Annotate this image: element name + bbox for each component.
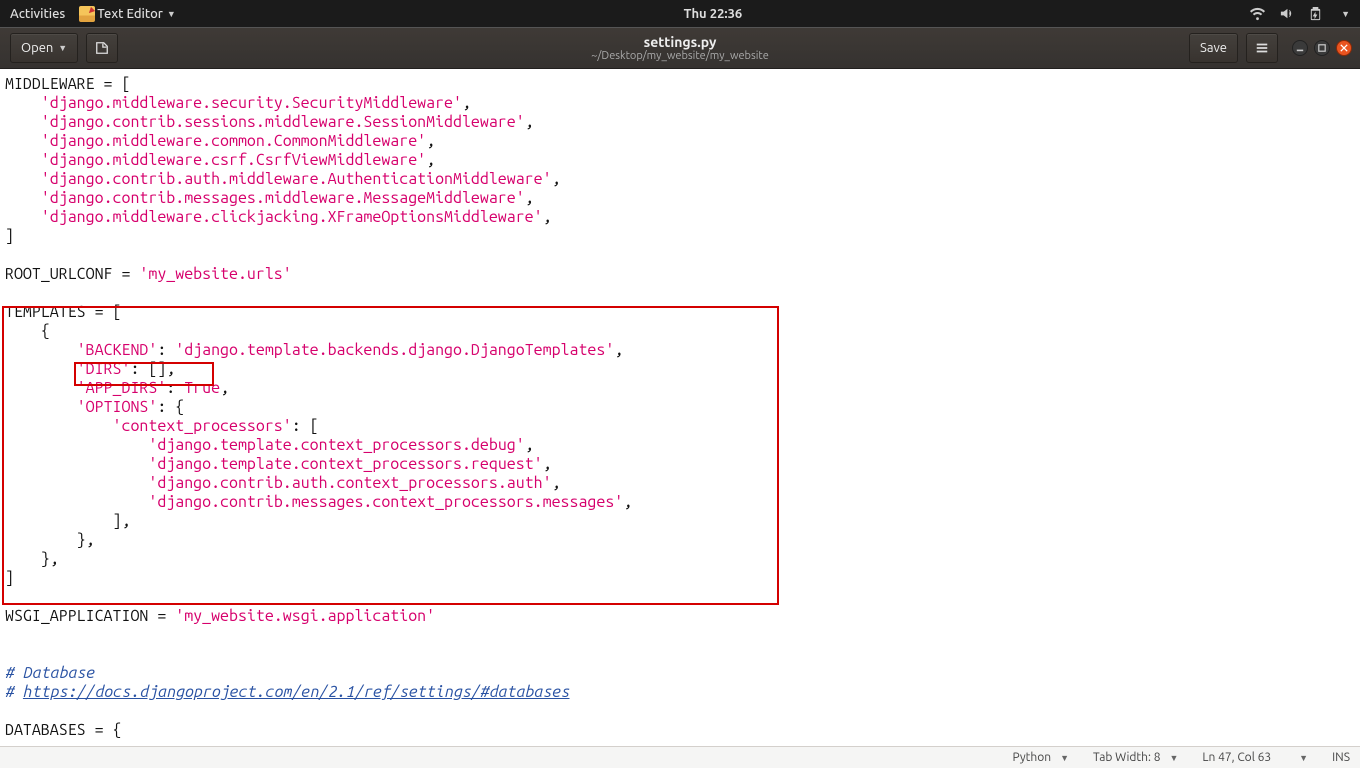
document-path: ~/Desktop/my_website/my_website [591,50,769,63]
code-string: 'my_website.wsgi.application' [175,607,435,625]
code-string: 'BACKEND' [77,341,158,359]
code-string: True [184,379,220,397]
window-minimize[interactable] [1292,40,1308,56]
code-string: 'my_website.urls' [139,265,291,283]
code-text: TEMPLATES = [ [5,303,121,321]
code-text: WSGI_APPLICATION = [5,607,175,625]
wifi-icon [1250,6,1265,21]
window-maximize[interactable] [1314,40,1330,56]
chevron-down-icon: ▼ [1169,753,1178,763]
headerbar: Open ▼ settings.py ~/Desktop/my_website/… [0,27,1360,69]
code-string: 'django.template.backends.django.DjangoT… [175,341,614,359]
menu-icon [1255,41,1269,55]
chevron-down-icon[interactable]: ▼ [1299,753,1308,763]
code-comment-link[interactable]: https://docs.djangoproject.com/en/2.1/re… [23,683,570,701]
new-document-icon [95,41,109,55]
language-label: Python [1013,751,1052,764]
text-editor-icon [79,6,95,22]
maximize-icon [1318,44,1326,52]
code-text: ] [5,227,14,245]
code-string: 'django.middleware.security.SecurityMidd… [41,94,462,112]
cursor-position: Ln 47, Col 63 [1202,751,1271,764]
code-text: ROOT_URLCONF = [5,265,139,283]
save-button[interactable]: Save [1189,33,1238,63]
code-comment: # Database [5,664,95,682]
minimize-icon [1296,44,1304,52]
code-string: 'django.contrib.auth.context_processors.… [148,474,551,492]
language-selector[interactable]: Python ▼ [1013,751,1069,764]
code-string: 'django.middleware.csrf.CsrfViewMiddlewa… [41,151,426,169]
code-comment: # [5,683,23,701]
source-code[interactable]: MIDDLEWARE = [ 'django.middleware.securi… [0,69,1360,740]
tabwidth-label: Tab Width: 8 [1093,751,1160,764]
status-bar: Python ▼ Tab Width: 8 ▼ Ln 47, Col 63 ▼ IN… [0,746,1360,768]
chevron-down-icon: ▼ [58,43,67,53]
code-string: 'django.middleware.clickjacking.XFrameOp… [41,208,543,226]
code-string: 'django.contrib.messages.middleware.Mess… [41,189,525,207]
code-string: 'django.contrib.auth.middleware.Authenti… [41,170,552,188]
close-icon [1340,44,1348,52]
code-string: 'django.contrib.sessions.middleware.Sess… [41,113,525,131]
chevron-down-icon: ▼ [167,9,176,19]
code-text: MIDDLEWARE = [ [5,75,130,93]
battery-icon [1308,6,1323,21]
volume-icon [1279,6,1294,21]
code-text: DATABASES = { [5,721,121,739]
tabwidth-selector[interactable]: Tab Width: 8 ▼ [1093,751,1178,764]
open-button[interactable]: Open ▼ [10,33,78,63]
app-name: Text Editor [97,7,163,21]
chevron-down-icon: ▼ [1060,753,1069,763]
app-menu[interactable]: Text Editor ▼ [79,6,176,22]
clock[interactable]: Thu 22:36 [176,7,1250,21]
activities-button[interactable]: Activities [10,7,65,21]
code-string: 'django.contrib.messages.context_process… [148,493,623,511]
code-string: 'django.middleware.common.CommonMiddlewa… [41,132,426,150]
code-text: { [5,322,50,340]
insert-mode[interactable]: INS [1332,751,1350,764]
code-string: 'APP_DIRS' [77,379,167,397]
editor-area[interactable]: MIDDLEWARE = [ 'django.middleware.securi… [0,69,1360,746]
gnome-topbar: Activities Text Editor ▼ Thu 22:36 ▼ [0,0,1360,27]
document-title: settings.py [591,34,769,50]
chevron-down-icon: ▼ [1341,9,1350,19]
system-status-area[interactable]: ▼ [1250,6,1360,21]
code-string: 'context_processors' [113,417,292,435]
new-tab-button[interactable] [86,33,118,63]
window-close[interactable] [1336,40,1352,56]
open-label: Open [21,41,53,55]
code-string: 'django.template.context_processors.requ… [148,455,542,473]
hamburger-menu[interactable] [1246,33,1278,63]
code-string: 'OPTIONS' [77,398,158,416]
code-string: 'django.template.context_processors.debu… [148,436,524,454]
code-string: 'DIRS' [77,360,131,378]
titlebox: settings.py ~/Desktop/my_website/my_webs… [591,34,769,63]
save-label: Save [1200,41,1227,55]
